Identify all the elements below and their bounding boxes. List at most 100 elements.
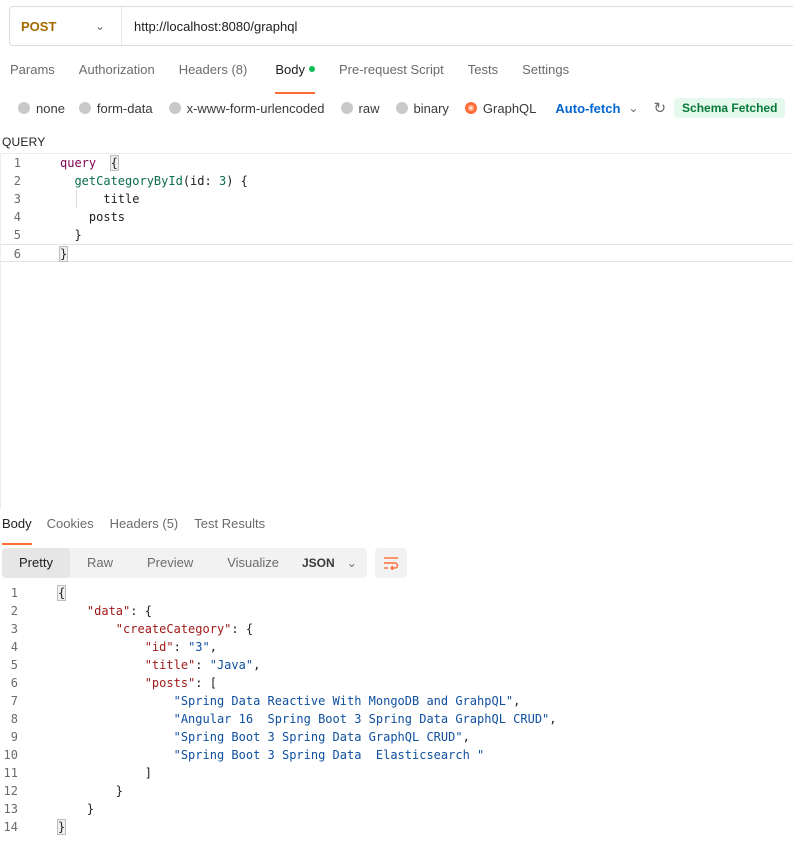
query-editor[interactable]: 1 query { 2 getCategoryById(id: 3) { 3 ti… [0,153,793,509]
radio-none[interactable]: none [18,101,65,116]
tab-pre-request-script[interactable]: Pre-request Script [339,62,444,86]
view-mode-pretty[interactable]: Pretty [2,548,70,578]
radio-binary[interactable]: binary [395,100,449,116]
code-line: 9 "Spring Boot 3 Spring Data GraphQL CRU… [0,728,793,746]
tab-label: Params [10,62,55,77]
code-text: "Spring Data Reactive With MongoDB and G… [173,694,521,708]
code-text: "id": "3", [144,640,217,654]
code-text: ] [58,766,152,780]
tab-count: (8) [231,62,248,77]
tab-authorization[interactable]: Authorization [79,62,155,86]
line-number: 6 [13,247,21,261]
wrap-lines-button[interactable] [375,548,407,578]
code-text: posts [60,210,126,224]
line-number: 1 [13,156,21,170]
format-select[interactable]: JSON ⌄ [291,548,367,578]
line-number: 1 [10,586,18,600]
code-line: 3 "createCategory": { [0,620,793,638]
line-number: 2 [10,604,18,618]
code-text: getCategoryById(id: 3) { [74,174,248,188]
view-mode-raw[interactable]: Raw [70,548,130,578]
response-tabs: Body Cookies Headers (5) Test Results [2,516,265,545]
line-number: 11 [3,766,18,780]
code-line: 11 ] [0,764,793,782]
view-mode-visualize[interactable]: Visualize [210,548,296,578]
line-number: 6 [10,676,18,690]
tab-label: Authorization [78,62,155,77]
tab-label: Body [275,62,305,77]
code-text: title [60,190,140,208]
request-tabs: Params Authorization Headers (8) Body Pr… [10,62,569,94]
tab-params[interactable]: Params [10,62,55,86]
line-number: 12 [3,784,18,798]
tab-label: Headers [109,516,159,531]
radio-label: form-data [96,100,153,116]
radio-form-data[interactable]: form-data [78,100,153,116]
radio-label: none [36,100,65,116]
code-line-current: 6} [1,244,793,262]
tab-response-body[interactable]: Body [2,516,32,545]
tab-label: Pre-request Script [338,62,444,77]
tab-test-results[interactable]: Test Results [194,516,265,540]
method-select[interactable]: POST ⌄ [10,7,122,45]
radio-circle-icon [168,102,181,114]
code-text: "Angular 16 Spring Boot 3 Spring Data Gr… [173,712,557,726]
code-line: 4 posts [1,208,793,226]
status-dot-icon [308,66,315,72]
radio-label: raw [358,100,380,116]
code-text: "Spring Boot 3 Spring Data Elasticsearch… [173,748,485,762]
code-line: 5 } [1,226,793,244]
tab-cookies[interactable]: Cookies [47,516,94,540]
format-label: JSON [302,556,335,570]
line-number: 3 [13,192,21,206]
tab-tests[interactable]: Tests [468,62,498,86]
auto-fetch-dropdown[interactable]: Auto-fetch ⌄ [555,101,638,116]
tab-settings[interactable]: Settings [522,62,569,86]
tab-body[interactable]: Body [275,62,315,94]
url-input[interactable]: http://localhost:8080/graphql [122,19,297,34]
line-number: 4 [10,640,18,654]
code-text: } [60,228,82,242]
code-text: "title": "Java", [144,658,261,672]
view-mode-preview[interactable]: Preview [130,548,210,578]
line-number: 7 [10,694,18,708]
code-text: query { [60,155,119,171]
code-line: 1{ [0,584,793,602]
code-line: 2 "data": { [0,602,793,620]
line-number: 3 [10,622,18,636]
code-text: } [58,784,124,798]
line-number: 4 [13,210,21,224]
code-text: "data": { [86,604,152,618]
line-number: 5 [13,228,21,242]
tab-count: (5) [162,516,179,531]
code-line: 2 getCategoryById(id: 3) { [1,172,793,190]
line-number: 14 [3,820,18,834]
code-text: "createCategory": { [115,622,254,636]
code-line: 6 "posts": [ [0,674,793,692]
tab-label: Headers [178,62,228,77]
tab-label: Test Results [194,516,266,531]
url-bar: POST ⌄ http://localhost:8080/graphql [9,6,793,46]
radio-circle-icon [395,102,408,114]
tab-label: Tests [467,62,499,77]
wrap-lines-icon [384,557,399,570]
chevron-down-icon: ⌄ [628,101,639,115]
response-body-viewer: 1{ 2 "data": { 3 "createCategory": { 4 "… [0,584,793,836]
tab-response-headers[interactable]: Headers (5) [110,516,179,540]
refresh-icon[interactable]: ↻ [653,99,666,117]
radio-label: binary [413,100,449,116]
chevron-down-icon: ⌄ [95,19,106,33]
code-line: 10 "Spring Boot 3 Spring Data Elasticsea… [0,746,793,764]
radio-graphql[interactable]: GraphQL [464,100,537,116]
query-section-label: QUERY [2,135,46,149]
radio-x-www-form-urlencoded[interactable]: x-www-form-urlencoded [168,101,325,116]
radio-label: GraphQL [482,100,537,116]
tab-label: Settings [522,62,570,77]
code-text: "posts": [ [144,676,217,690]
line-number: 5 [10,658,18,672]
radio-circle-icon [340,102,353,114]
radio-raw[interactable]: raw [340,100,380,116]
indent-guide [76,190,77,208]
line-number: 13 [3,802,18,816]
tab-headers[interactable]: Headers (8) [179,62,248,86]
